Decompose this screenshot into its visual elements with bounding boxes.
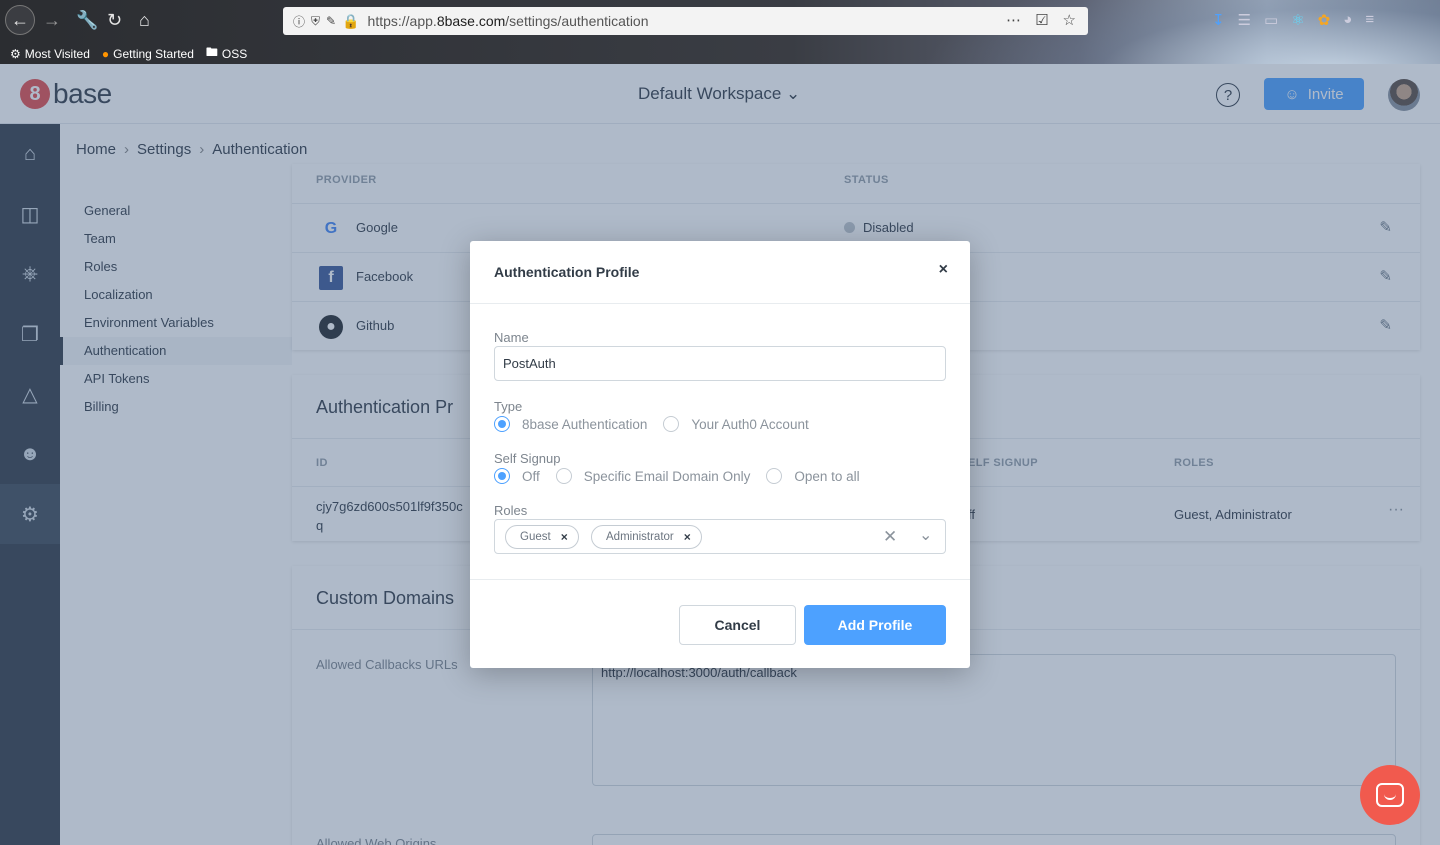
modal-title: Authentication Profile — [494, 264, 640, 280]
chevron-down-icon[interactable]: ⌄ — [919, 525, 932, 545]
bookmark-label: Most Visited — [24, 46, 90, 61]
close-icon[interactable]: × — [939, 261, 948, 279]
lock-icon: 🔒 — [342, 12, 360, 29]
type-option-8base[interactable]: 8base Authentication — [494, 416, 647, 432]
modal-footer: Cancel Add Profile — [470, 579, 970, 668]
home-button[interactable]: ⌂ — [139, 7, 150, 33]
type-radio-group: 8base Authentication Your Auth0 Account — [494, 416, 825, 432]
add-profile-button[interactable]: Add Profile — [804, 605, 946, 645]
shield-icon[interactable]: ⛨ — [311, 14, 320, 29]
bookmark-getting-started[interactable]: ● Getting Started — [102, 43, 194, 64]
signup-option-off[interactable]: Off — [494, 468, 540, 484]
url-host: 8base.com — [436, 13, 506, 29]
radio-unselected[interactable] — [663, 416, 680, 432]
radio-label: Open to all — [794, 468, 860, 484]
browser-chrome: ← → 🔧 ↻ ⌂ ⓘ ⛨ ✎ 🔒 https://app. 8base.com /… — [0, 0, 1440, 64]
type-label: Type — [494, 399, 523, 414]
role-tag-administrator: Administrator × — [591, 525, 702, 549]
cancel-button[interactable]: Cancel — [679, 605, 796, 645]
radio-selected[interactable] — [494, 416, 510, 432]
wrench-icon[interactable]: 🔧 — [76, 7, 98, 33]
self-signup-radio-group: Off Specific Email Domain Only Open to a… — [494, 468, 876, 484]
firefox-icon: ● — [101, 46, 110, 61]
back-button[interactable]: ← — [5, 5, 35, 35]
menu-icon[interactable]: ≡ — [1365, 11, 1374, 29]
page-actions-icon[interactable]: ⋯ — [1006, 11, 1021, 29]
url-bar[interactable]: ⓘ ⛨ ✎ 🔒 https://app. 8base.com/settings/a… — [283, 7, 1088, 35]
url-prefix: https://app. — [367, 13, 437, 29]
sidebar-toggle-icon[interactable]: ▭ — [1264, 11, 1278, 29]
tag-label: Guest — [520, 531, 551, 543]
name-label: Name — [494, 330, 529, 345]
bookmark-star-icon[interactable]: ☆ — [1063, 11, 1076, 29]
authentication-profile-modal: Authentication Profile × Name Type 8base… — [470, 241, 970, 668]
bookmark-oss[interactable]: 🖿 OSS — [206, 43, 247, 64]
forward-button[interactable]: → — [43, 7, 61, 33]
radio-label: 8base Authentication — [522, 416, 648, 432]
signup-option-email-domain[interactable]: Specific Email Domain Only — [555, 468, 751, 484]
download-icon[interactable]: ↧ — [1212, 11, 1225, 29]
radio-unselected[interactable] — [555, 468, 572, 484]
radio-selected[interactable] — [494, 468, 510, 484]
url-path: /settings/authentication — [505, 13, 649, 29]
folder-icon: 🖿 — [205, 45, 218, 59]
bookmark-label: Getting Started — [113, 46, 194, 61]
radio-label: Off — [522, 468, 540, 484]
bookmarks-bar: ⚙ Most Visited ● Getting Started 🖿 OSS — [10, 43, 247, 64]
gear-icon: ⚙ — [10, 46, 21, 61]
radio-label: Your Auth0 Account — [691, 416, 809, 432]
self-signup-label: Self Signup — [494, 451, 561, 466]
chat-launcher-button[interactable] — [1360, 765, 1420, 825]
permissions-icon[interactable]: ✎ — [326, 14, 336, 28]
bookmark-most-visited[interactable]: ⚙ Most Visited — [10, 43, 90, 64]
chat-icon — [1376, 783, 1404, 807]
react-devtools-icon[interactable]: ⚛ — [1291, 11, 1304, 29]
extension-icon[interactable]: ◕ — [1343, 11, 1352, 29]
modal-header: Authentication Profile × — [470, 241, 970, 304]
library-icon[interactable]: ☰ — [1238, 11, 1251, 29]
firebase-icon[interactable]: ✿ — [1318, 11, 1331, 29]
signup-option-open[interactable]: Open to all — [766, 468, 860, 484]
pocket-icon[interactable]: ☑ — [1035, 11, 1048, 29]
radio-unselected[interactable] — [766, 468, 783, 484]
remove-tag-icon[interactable]: × — [684, 530, 691, 544]
radio-label: Specific Email Domain Only — [583, 468, 751, 484]
roles-multiselect[interactable]: Guest × Administrator × ✕ ⌄ — [494, 519, 946, 554]
reload-button[interactable]: ↻ — [107, 7, 122, 33]
info-icon[interactable]: ⓘ — [293, 13, 305, 30]
bookmark-label: OSS — [221, 46, 248, 61]
clear-icon[interactable]: ✕ — [883, 527, 897, 547]
tag-label: Administrator — [606, 531, 674, 543]
roles-label: Roles — [494, 503, 528, 518]
name-input[interactable] — [494, 346, 946, 381]
role-tag-guest: Guest × — [505, 525, 579, 549]
type-option-auth0[interactable]: Your Auth0 Account — [663, 416, 809, 432]
remove-tag-icon[interactable]: × — [561, 530, 568, 544]
